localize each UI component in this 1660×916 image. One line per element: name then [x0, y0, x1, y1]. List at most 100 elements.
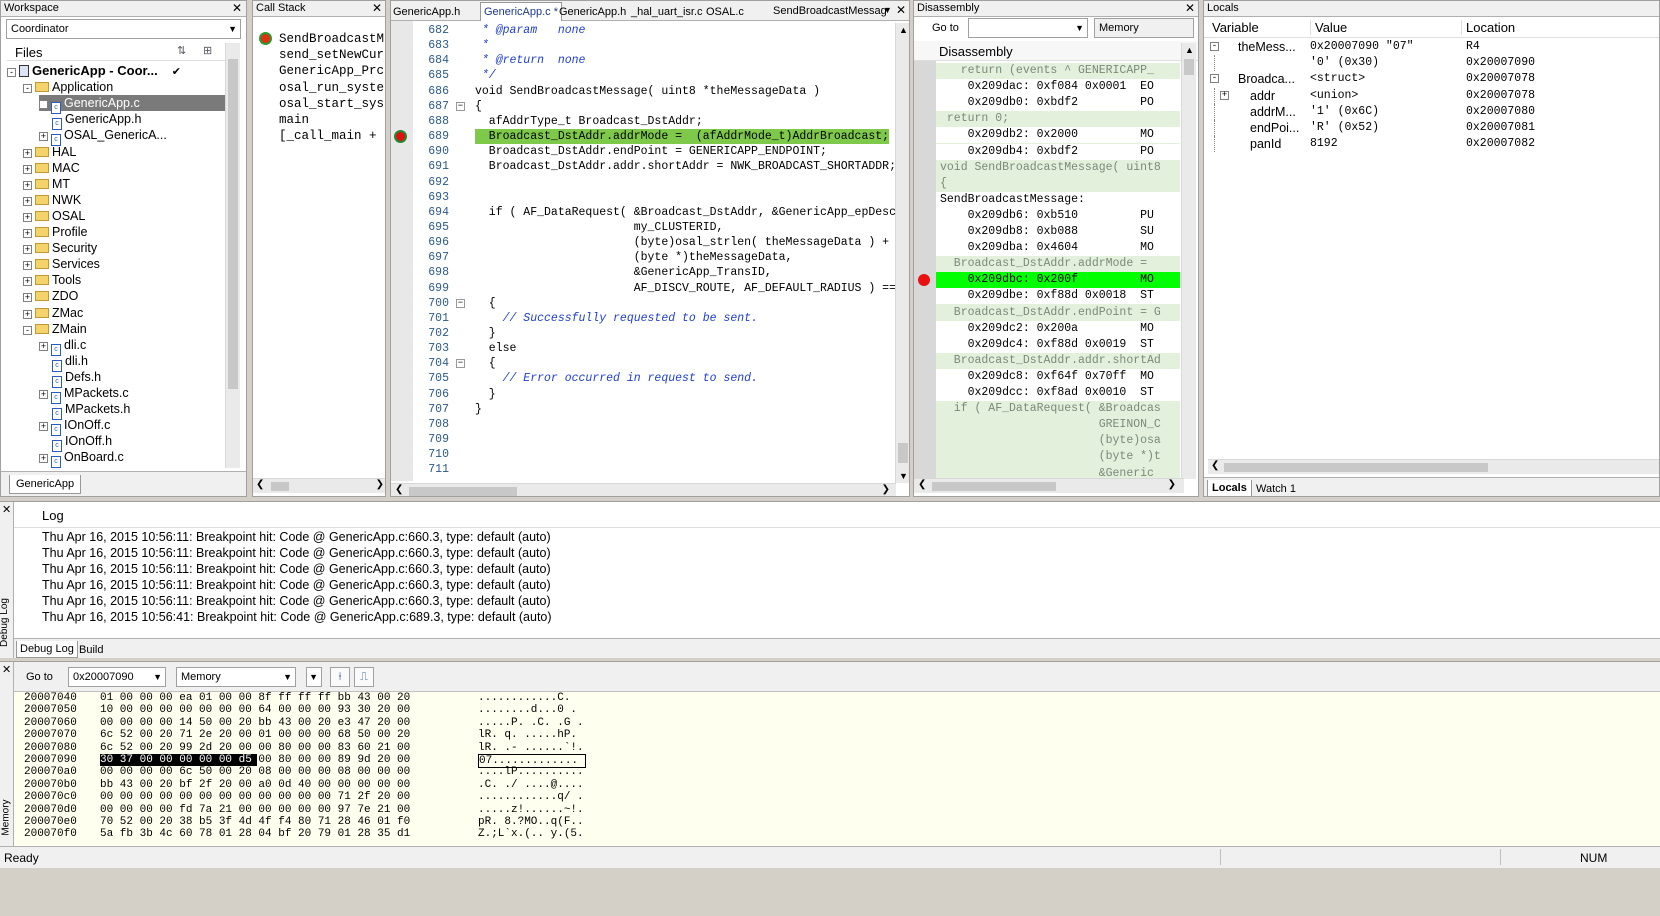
- col-value[interactable]: Value: [1310, 20, 1347, 35]
- close-icon[interactable]: ✕: [2, 503, 11, 516]
- memory-row[interactable]: 200070d0 00 00 00 00 fd 7a 21 00 00 00 00…: [14, 804, 1614, 816]
- tree-item[interactable]: + c OSAL_GenericA...: [39, 127, 167, 147]
- disasm-line[interactable]: Broadcast_DstAddr.addr.shortAd: [936, 353, 1180, 369]
- tree-item[interactable]: + Services: [23, 256, 100, 272]
- editor-tab[interactable]: GenericApp.h: [559, 5, 626, 19]
- code-line[interactable]: 699 AF_DISCV_ROUTE, AF_DEFAULT_RADIUS ) …: [413, 281, 909, 296]
- tab-watch1[interactable]: Watch 1: [1252, 481, 1300, 496]
- memory-row[interactable]: 20007060 00 00 00 00 14 50 00 20 bb 43 00…: [14, 717, 1614, 729]
- collapse-icon[interactable]: -: [1210, 42, 1219, 51]
- tree-scrollbar[interactable]: [225, 43, 240, 468]
- code-line[interactable]: 706 }: [413, 387, 891, 402]
- memory-row[interactable]: 20007050 10 00 00 00 00 00 00 00 64 00 00…: [14, 704, 1614, 716]
- fold-icon[interactable]: −: [456, 359, 465, 369]
- disasm-line[interactable]: SendBroadcastMessage:: [936, 191, 1180, 208]
- callstack-item[interactable]: send_setNewCur: [253, 47, 384, 63]
- tree-item[interactable]: + Security: [23, 240, 97, 256]
- memory-row[interactable]: 200070a0 00 00 00 00 6c 50 00 20 08 00 00…: [14, 766, 1614, 778]
- editor-tab[interactable]: GenericApp.c *: [480, 2, 562, 21]
- tree-item[interactable]: + Profile: [23, 224, 87, 240]
- col-variable[interactable]: Variable: [1212, 20, 1259, 35]
- disasm-line[interactable]: {: [936, 176, 1180, 192]
- fold-icon[interactable]: −: [456, 298, 465, 308]
- editor-tab[interactable]: OSAL.c: [706, 5, 744, 19]
- disasm-line[interactable]: void SendBroadcastMessage( uint8: [936, 160, 1180, 176]
- disasm-line[interactable]: 0x209db4: 0xbdf2 PO: [936, 143, 1180, 160]
- tree-item[interactable]: + c OnBoard.c: [39, 449, 124, 469]
- expand-icon[interactable]: +: [23, 148, 32, 158]
- tree-item[interactable]: + ZMac: [23, 305, 83, 321]
- disasm-line[interactable]: 0x209dc2: 0x200a MO: [936, 320, 1180, 337]
- fill-memory-icon[interactable]: ⎍: [354, 667, 374, 687]
- tree-item[interactable]: + c MPackets.c: [39, 385, 129, 404]
- code-line[interactable]: 707}: [413, 402, 891, 417]
- tree-item[interactable]: + Tools: [23, 272, 81, 288]
- memory-row[interactable]: 200070c0 00 00 00 00 00 00 00 00 00 00 00…: [14, 791, 1614, 803]
- disasm-line[interactable]: 0x209db8: 0xb088 SU: [936, 224, 1180, 240]
- function-dropdown[interactable]: SendBroadcastMessag: [773, 4, 887, 18]
- expand-icon[interactable]: +: [23, 212, 32, 222]
- code-line[interactable]: 684 * @return none: [413, 53, 891, 68]
- locals-row[interactable]: + addr <union> 0x20007078: [1204, 87, 1659, 104]
- memory-row[interactable]: 200070b0 bb 43 00 20 bf 2f 20 00 a0 0d 40…: [14, 779, 1614, 791]
- tree-item[interactable]: c GenericApp.h: [39, 111, 141, 131]
- disasm-vscroll[interactable]: ▲: [1181, 43, 1196, 479]
- code-line[interactable]: 703 else: [413, 341, 891, 356]
- editor-vscroll[interactable]: ▲ ▼: [895, 23, 909, 483]
- memory-row[interactable]: 20007080 6c 52 00 20 99 2d 20 00 00 80 00…: [14, 742, 1614, 754]
- options-dropdown-button[interactable]: ▼: [306, 667, 322, 687]
- disasm-line[interactable]: 0x209dc4: 0xf88d 0x0019 ST: [936, 336, 1180, 353]
- disasm-line[interactable]: 0x209db0: 0xbdf2 PO: [936, 95, 1180, 112]
- code-line[interactable]: 710: [413, 447, 891, 462]
- code-line[interactable]: 685 */: [413, 68, 891, 83]
- options-icon[interactable]: ⊞: [203, 44, 212, 57]
- tree-item[interactable]: c IOnOff.h: [39, 433, 112, 453]
- code-line[interactable]: 708: [413, 417, 891, 432]
- code-line[interactable]: 683 *: [413, 38, 891, 53]
- memory-row[interactable]: 20007070 6c 52 00 20 71 2e 20 00 01 00 00…: [14, 729, 1614, 741]
- code-line[interactable]: 695 my_CLUSTERID,: [413, 220, 891, 235]
- close-icon[interactable]: ✕: [1185, 1, 1195, 16]
- breakpoint-current-icon[interactable]: [394, 130, 407, 144]
- config-dropdown[interactable]: Coordinator ▼: [6, 19, 241, 39]
- callstack-item[interactable]: osal_run_syste: [253, 80, 384, 96]
- close-icon[interactable]: ✕: [232, 1, 242, 16]
- disasm-line[interactable]: return (events ^ GENERICAPP_: [936, 63, 1180, 79]
- expand-icon[interactable]: +: [23, 261, 32, 271]
- code-line[interactable]: 682 * @param none: [413, 23, 891, 38]
- code-line[interactable]: 697 (byte *)theMessageData,: [413, 250, 891, 265]
- expand-icon[interactable]: +: [1220, 90, 1229, 100]
- tree-item[interactable]: c dli.h: [39, 353, 88, 372]
- disasm-line[interactable]: if ( AF_DataRequest( &Broadcas: [936, 401, 1180, 417]
- code-line[interactable]: 693: [413, 190, 891, 205]
- tree-item[interactable]: + c dli.c: [39, 337, 86, 356]
- tree-item[interactable]: + MT: [23, 176, 70, 192]
- collapse-icon[interactable]: -: [7, 68, 16, 77]
- locals-row[interactable]: '0' (0x30) 0x20007090: [1204, 55, 1659, 72]
- expand-icon[interactable]: +: [39, 422, 48, 432]
- tab-build[interactable]: Build: [76, 642, 106, 658]
- memory-zone-dropdown[interactable]: Memory ▼: [176, 667, 296, 687]
- callstack-item[interactable]: main: [253, 112, 309, 128]
- locals-row[interactable]: panId 8192 0x20007082: [1204, 136, 1659, 153]
- editor-tab[interactable]: _hal_uart_isr.c: [631, 5, 703, 19]
- memory-row[interactable]: 20007040 01 00 00 00 ea 01 00 00 8f ff ff…: [14, 692, 1614, 704]
- fold-icon[interactable]: −: [456, 101, 465, 111]
- expand-icon[interactable]: +: [23, 164, 32, 174]
- tree-item[interactable]: c Defs.h: [39, 369, 101, 388]
- disasm-line[interactable]: 0x209dbe: 0xf88d 0x0018 ST: [936, 288, 1180, 305]
- tab-genericapp[interactable]: GenericApp: [9, 475, 82, 494]
- tab-locals[interactable]: Locals: [1207, 480, 1252, 496]
- disasm-line[interactable]: (byte *)t: [936, 449, 1180, 465]
- goto-input[interactable]: ▼: [968, 18, 1088, 38]
- disasm-line[interactable]: Broadcast_DstAddr.endPoint = G: [936, 305, 1180, 321]
- callstack-item[interactable]: GenericApp_Prc: [253, 63, 384, 79]
- code-line[interactable]: 709: [413, 432, 891, 447]
- code-line[interactable]: 711: [413, 462, 891, 477]
- code-line[interactable]: 688 afAddrType_t Broadcast_DstAddr;: [413, 114, 891, 129]
- expand-icon[interactable]: +: [39, 454, 48, 464]
- locals-row[interactable]: endPoi... 'R' (0x52) 0x20007081: [1204, 120, 1659, 136]
- callstack-item[interactable]: [_call_main +: [253, 128, 377, 144]
- disasm-line[interactable]: return 0;: [936, 111, 1180, 127]
- code-line[interactable]: 689 Broadcast_DstAddr.addrMode = (afAddr…: [394, 129, 891, 145]
